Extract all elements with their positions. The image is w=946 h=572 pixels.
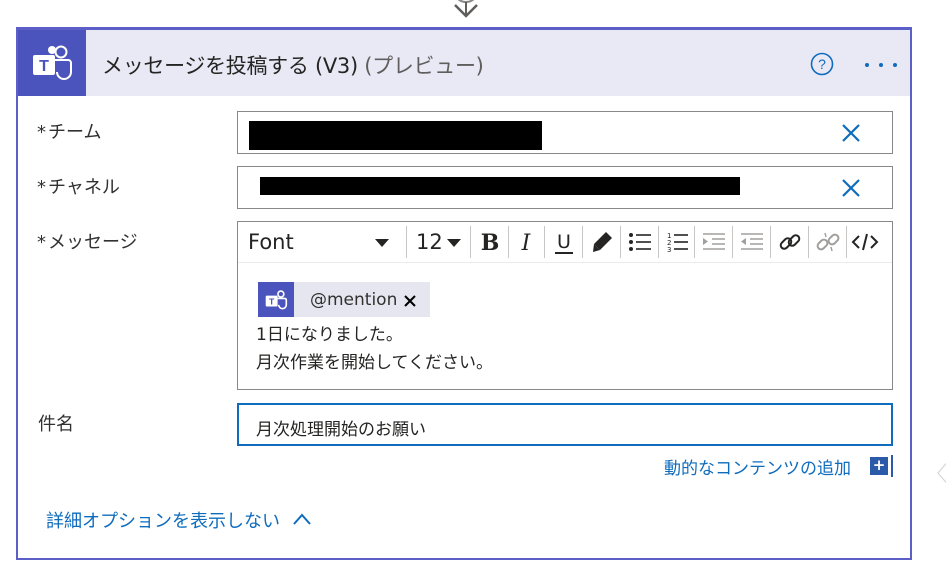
highlighter-icon[interactable] bbox=[588, 228, 616, 256]
toolbar-divider bbox=[544, 226, 545, 258]
add-dynamic-content-link[interactable]: 動的なコンテンツの追加 bbox=[664, 454, 851, 479]
team-field[interactable] bbox=[237, 111, 893, 154]
decrease-indent-icon bbox=[741, 233, 763, 250]
svg-text:3: 3 bbox=[667, 246, 671, 254]
chevron-down-icon bbox=[375, 239, 389, 247]
team-label: * チーム bbox=[37, 122, 102, 143]
svg-text:?: ? bbox=[818, 56, 826, 72]
required-mark: * bbox=[37, 177, 46, 198]
font-size-dropdown[interactable]: 12 bbox=[408, 227, 468, 257]
toolbar-divider bbox=[620, 226, 621, 258]
more-options-icon[interactable] bbox=[863, 61, 899, 69]
svg-text:U: U bbox=[557, 231, 571, 253]
underline-icon[interactable]: U bbox=[550, 228, 578, 256]
action-header[interactable]: T メッセージを投稿する (V3) (プレビュー) ? bbox=[18, 30, 910, 96]
dynamic-content-divider bbox=[891, 455, 893, 477]
toolbar-divider bbox=[846, 226, 847, 258]
toolbar-divider bbox=[508, 226, 509, 258]
hide-advanced-options-link[interactable]: 詳細オプションを表示しない bbox=[46, 507, 280, 533]
increase-indent-icon bbox=[703, 233, 725, 250]
subject-label: 件名 bbox=[38, 414, 74, 435]
message-line: 月次作業を開始してください。 bbox=[256, 353, 493, 373]
numbered-list-icon[interactable]: 1 2 3 bbox=[663, 228, 691, 256]
teams-logo-icon: T bbox=[18, 30, 86, 96]
subject-input[interactable]: 月次処理開始のお願い bbox=[237, 403, 893, 446]
action-card: T メッセージを投稿する (V3) (プレビュー) ? *チーム *チャネル bbox=[16, 27, 912, 560]
action-title: メッセージを投稿する (V3) (プレビュー) bbox=[102, 50, 484, 80]
remove-mention-icon[interactable] bbox=[403, 294, 417, 308]
bold-icon[interactable]: B bbox=[476, 228, 504, 256]
toolbar-divider bbox=[582, 226, 583, 258]
bulleted-list-icon[interactable] bbox=[626, 228, 654, 256]
subject-value: 月次処理開始のお願い bbox=[256, 420, 426, 440]
redacted-channel-value bbox=[260, 177, 740, 195]
redacted-team-value bbox=[249, 121, 542, 150]
add-dynamic-content-icon[interactable]: + bbox=[870, 457, 888, 475]
chevron-down-icon bbox=[447, 239, 461, 247]
message-line: 1日になりました。 bbox=[256, 325, 403, 345]
code-view-icon[interactable] bbox=[851, 228, 879, 256]
toolbar-divider bbox=[658, 226, 659, 258]
clear-icon[interactable] bbox=[840, 177, 862, 199]
channel-field[interactable] bbox=[237, 166, 893, 209]
toolbar-divider bbox=[732, 226, 733, 258]
message-label: * メッセージ bbox=[37, 232, 138, 253]
svg-text:I: I bbox=[521, 231, 532, 256]
connector-arrow-icon bbox=[454, 0, 478, 18]
clear-icon[interactable] bbox=[840, 122, 862, 144]
preview-tag: (プレビュー) bbox=[364, 54, 484, 78]
editor-toolbar: Font 12 B I U 1 2 3 bbox=[238, 222, 892, 263]
toolbar-divider bbox=[406, 226, 407, 258]
dynamic-panel-pointer-icon bbox=[937, 462, 946, 484]
mention-token[interactable]: T @mention bbox=[258, 282, 430, 317]
toolbar-divider bbox=[808, 226, 809, 258]
toolbar-divider bbox=[470, 226, 471, 258]
mention-text: @mention bbox=[310, 290, 398, 310]
required-mark: * bbox=[37, 232, 46, 253]
unlink-icon bbox=[816, 232, 840, 252]
italic-icon[interactable]: I bbox=[512, 228, 540, 256]
help-circle-icon[interactable]: ? bbox=[810, 52, 834, 76]
font-dropdown[interactable]: Font bbox=[242, 227, 402, 257]
svg-text:T: T bbox=[269, 296, 275, 306]
teams-logo-icon: T bbox=[258, 282, 294, 317]
svg-text:T: T bbox=[39, 58, 49, 75]
message-editor[interactable]: Font 12 B I U 1 2 3 T @mention 1日になりました。… bbox=[237, 221, 893, 390]
chevron-up-icon[interactable] bbox=[292, 512, 312, 526]
toolbar-divider bbox=[770, 226, 771, 258]
action-title-text: メッセージを投稿する (V3) bbox=[102, 54, 358, 78]
svg-text:B: B bbox=[481, 230, 500, 256]
channel-label: * チャネル bbox=[37, 177, 120, 198]
required-mark: * bbox=[37, 122, 46, 143]
link-icon[interactable] bbox=[776, 228, 804, 256]
toolbar-divider bbox=[694, 226, 695, 258]
